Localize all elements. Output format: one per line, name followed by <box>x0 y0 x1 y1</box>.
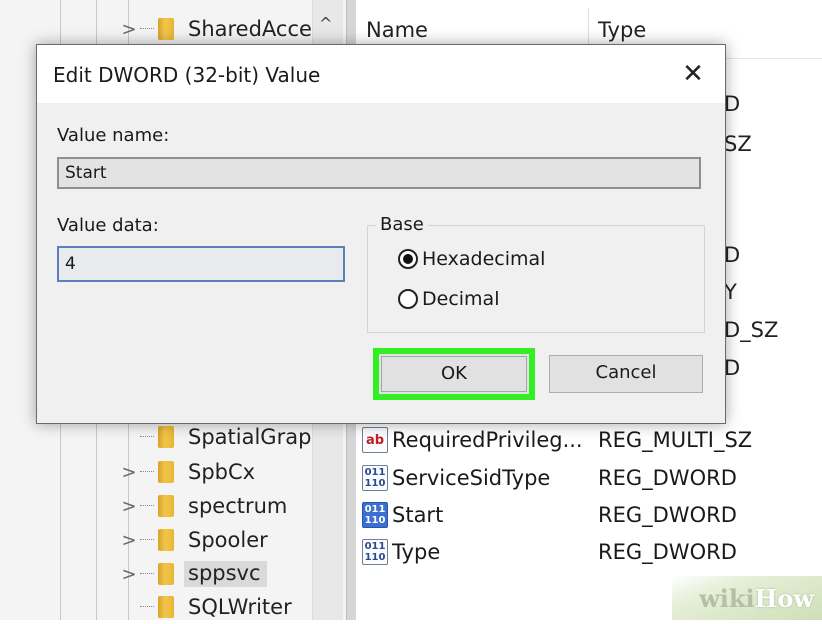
value-data-label: Value data: <box>57 215 159 236</box>
chevron-right-icon[interactable]: > <box>118 19 140 40</box>
partial-type-text: D <box>724 243 741 267</box>
folder-icon <box>158 426 174 448</box>
folder-icon <box>158 18 174 40</box>
chevron-right-icon[interactable]: > <box>118 462 140 483</box>
radio-checked-icon[interactable] <box>398 249 418 269</box>
tree-item-sppsvc[interactable]: > sppsvc <box>118 557 338 591</box>
folder-icon <box>158 596 174 618</box>
radio-unchecked-icon[interactable] <box>398 289 418 309</box>
tree-item-spooler[interactable]: > Spooler <box>118 523 338 557</box>
tree-item-label: SpatialGrap <box>188 425 312 449</box>
value-data-field[interactable] <box>57 246 345 282</box>
tree-item-label: SharedAcce <box>188 17 312 41</box>
cancel-button[interactable]: Cancel <box>549 355 703 393</box>
binary-value-icon: 011 110 <box>362 539 388 565</box>
string-value-icon: ab <box>362 427 388 453</box>
tree-connector <box>140 505 154 507</box>
decimal-label: Decimal <box>422 288 500 310</box>
value-name: Type <box>392 540 441 564</box>
tree-item-label: SQLWriter <box>188 595 292 619</box>
base-label: Base <box>376 214 428 235</box>
value-name-label: Value name: <box>57 125 170 146</box>
value-name: RequiredPrivileg... <box>392 428 583 452</box>
tree-item-sharedacce[interactable]: > SharedAcce <box>118 12 338 46</box>
tree-connector <box>140 28 154 30</box>
value-name: Start <box>392 503 444 527</box>
value-type: REG_DWORD <box>598 540 737 564</box>
folder-icon <box>158 529 174 551</box>
value-row-type[interactable]: 011 110 Type REG_DWORD <box>362 534 822 570</box>
dialog-titlebar[interactable]: Edit DWORD (32-bit) Value ✕ <box>37 45 725 103</box>
tree-item-label: spectrum <box>188 494 288 518</box>
value-type: REG_DWORD <box>598 503 737 527</box>
tree-item-spectrum[interactable]: > spectrum <box>118 489 338 523</box>
value-row-servicesidtype[interactable]: 011 110 ServiceSidType REG_DWORD <box>362 460 822 496</box>
base-groupbox: Base Hexadecimal Decimal <box>367 214 705 333</box>
scroll-up-icon[interactable]: ^ <box>319 14 332 33</box>
value-type: REG_DWORD <box>598 466 737 490</box>
tree-connector <box>140 606 154 608</box>
ok-button[interactable]: OK <box>373 348 535 400</box>
chevron-right-icon[interactable]: > <box>118 564 140 585</box>
wikihow-watermark: wiki How <box>672 576 822 620</box>
tree-connector <box>140 573 154 575</box>
dialog-title: Edit DWORD (32-bit) Value <box>53 63 321 87</box>
value-row-requiredprivileges[interactable]: ab RequiredPrivileg... REG_MULTI_SZ <box>362 422 822 458</box>
tree-item-sqlwriter[interactable]: SQLWriter <box>118 590 338 624</box>
hexadecimal-label: Hexadecimal <box>422 248 546 270</box>
tree-item-label: SpbCx <box>188 460 256 484</box>
partial-type-text: D <box>724 92 741 116</box>
tree-item-spatialgrap[interactable]: SpatialGrap <box>118 420 338 454</box>
tree-connector <box>140 539 154 541</box>
edit-dword-dialog: Edit DWORD (32-bit) Value ✕ Value name: … <box>36 44 726 424</box>
tree-item-label: Spooler <box>188 528 268 552</box>
value-name-field[interactable] <box>57 157 701 189</box>
hexadecimal-radio-option[interactable]: Hexadecimal <box>398 248 545 270</box>
tree-item-spbcx[interactable]: > SpbCx <box>118 455 338 489</box>
value-type: REG_MULTI_SZ <box>598 428 753 452</box>
tree-item-label: sppsvc <box>184 561 267 587</box>
folder-icon <box>158 461 174 483</box>
watermark-how: How <box>754 583 814 613</box>
decimal-radio-option[interactable]: Decimal <box>398 288 499 310</box>
column-header-type[interactable]: Type <box>598 18 646 42</box>
partial-type-text: D <box>724 356 741 380</box>
value-name: ServiceSidType <box>392 466 551 490</box>
watermark-wiki: wiki <box>699 583 755 613</box>
folder-icon <box>158 495 174 517</box>
chevron-right-icon[interactable]: > <box>118 496 140 517</box>
tree-connector <box>140 471 154 473</box>
partial-type-text: SZ <box>724 132 752 156</box>
value-row-start[interactable]: 011 110 Start REG_DWORD <box>362 497 822 533</box>
binary-value-icon: 011 110 <box>362 465 388 491</box>
chevron-right-icon[interactable]: > <box>118 530 140 551</box>
ok-button-label: OK <box>381 356 527 392</box>
close-icon[interactable]: ✕ <box>673 55 713 93</box>
binary-value-icon: 011 110 <box>362 502 388 528</box>
column-header-name[interactable]: Name <box>366 18 428 42</box>
tree-connector <box>140 436 154 438</box>
partial-type-text: D_SZ <box>724 318 779 342</box>
folder-icon <box>158 563 174 585</box>
